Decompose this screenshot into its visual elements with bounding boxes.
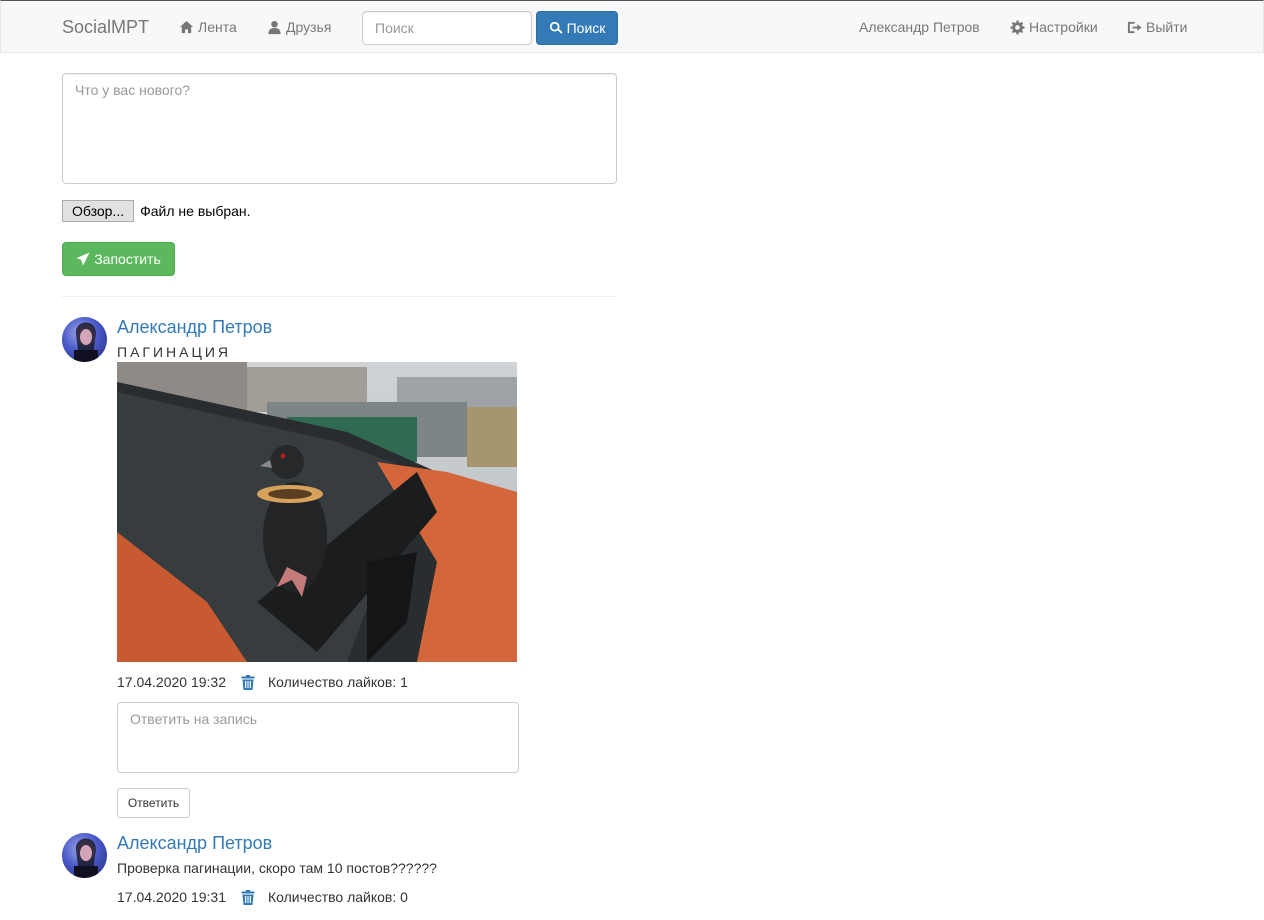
- search-input[interactable]: [362, 11, 532, 45]
- post-text: ПАГИНАЦИЯ: [117, 344, 232, 360]
- post-meta: 17.04.2020 19:32 Количество лайков: 1: [117, 674, 408, 690]
- file-picker: Обзор... Файл не выбран.: [62, 200, 251, 222]
- search-button-label: Поиск: [566, 20, 606, 36]
- nav-user-name: Александр Петров: [859, 19, 980, 35]
- file-status: Файл не выбран.: [140, 203, 251, 219]
- nav-friends-link[interactable]: Друзья: [267, 19, 331, 35]
- post-author[interactable]: Александр Петров: [117, 833, 272, 854]
- reply-button[interactable]: Ответить: [117, 788, 190, 818]
- divider: [62, 296, 617, 297]
- nav-logout-label: Выйти: [1146, 19, 1188, 35]
- likes-count: Количество лайков: 0: [268, 889, 408, 905]
- send-icon: [76, 252, 90, 266]
- post-image[interactable]: [117, 362, 517, 662]
- nav-settings-link[interactable]: Настройки: [1010, 19, 1098, 35]
- nav-user-link[interactable]: Александр Петров: [859, 19, 980, 35]
- post-date: 17.04.2020 19:32: [117, 674, 226, 690]
- brand-logo[interactable]: SocialMPT: [62, 17, 149, 38]
- avatar[interactable]: [62, 833, 107, 878]
- pigeon-photo: [117, 362, 517, 662]
- avatar-image: [74, 322, 98, 362]
- new-post-textarea[interactable]: [62, 73, 617, 184]
- browse-file-button[interactable]: Обзор...: [62, 200, 135, 222]
- nav-feed-link[interactable]: Лента: [179, 19, 237, 35]
- search-button[interactable]: Поиск: [536, 11, 618, 45]
- avatar-image: [74, 838, 98, 878]
- nav-logout-link[interactable]: Выйти: [1127, 19, 1187, 35]
- submit-post-label: Запостить: [94, 251, 161, 267]
- post-author[interactable]: Александр Петров: [117, 317, 272, 338]
- avatar[interactable]: [62, 317, 107, 362]
- nav-friends-label: Друзья: [286, 19, 332, 35]
- likes-count: Количество лайков: 1: [268, 674, 408, 690]
- post-date: 17.04.2020 19:31: [117, 889, 226, 905]
- home-icon: [179, 20, 194, 33]
- trash-icon[interactable]: [241, 889, 255, 905]
- nav-feed-label: Лента: [198, 19, 237, 35]
- navbar: SocialMPT Лента Друзья Поиск Александр П…: [0, 0, 1264, 53]
- trash-icon[interactable]: [241, 674, 255, 690]
- nav-settings-label: Настройки: [1029, 19, 1098, 35]
- reply-textarea[interactable]: [117, 702, 519, 773]
- logout-icon: [1127, 21, 1142, 33]
- user-icon: [268, 20, 281, 34]
- search-icon: [549, 21, 563, 34]
- submit-post-button[interactable]: Запостить: [62, 242, 175, 276]
- post-text: Проверка пагинации, скоро там 10 постов?…: [117, 860, 437, 876]
- gear-icon: [1010, 19, 1025, 35]
- post-meta: 17.04.2020 19:31 Количество лайков: 0: [117, 889, 408, 905]
